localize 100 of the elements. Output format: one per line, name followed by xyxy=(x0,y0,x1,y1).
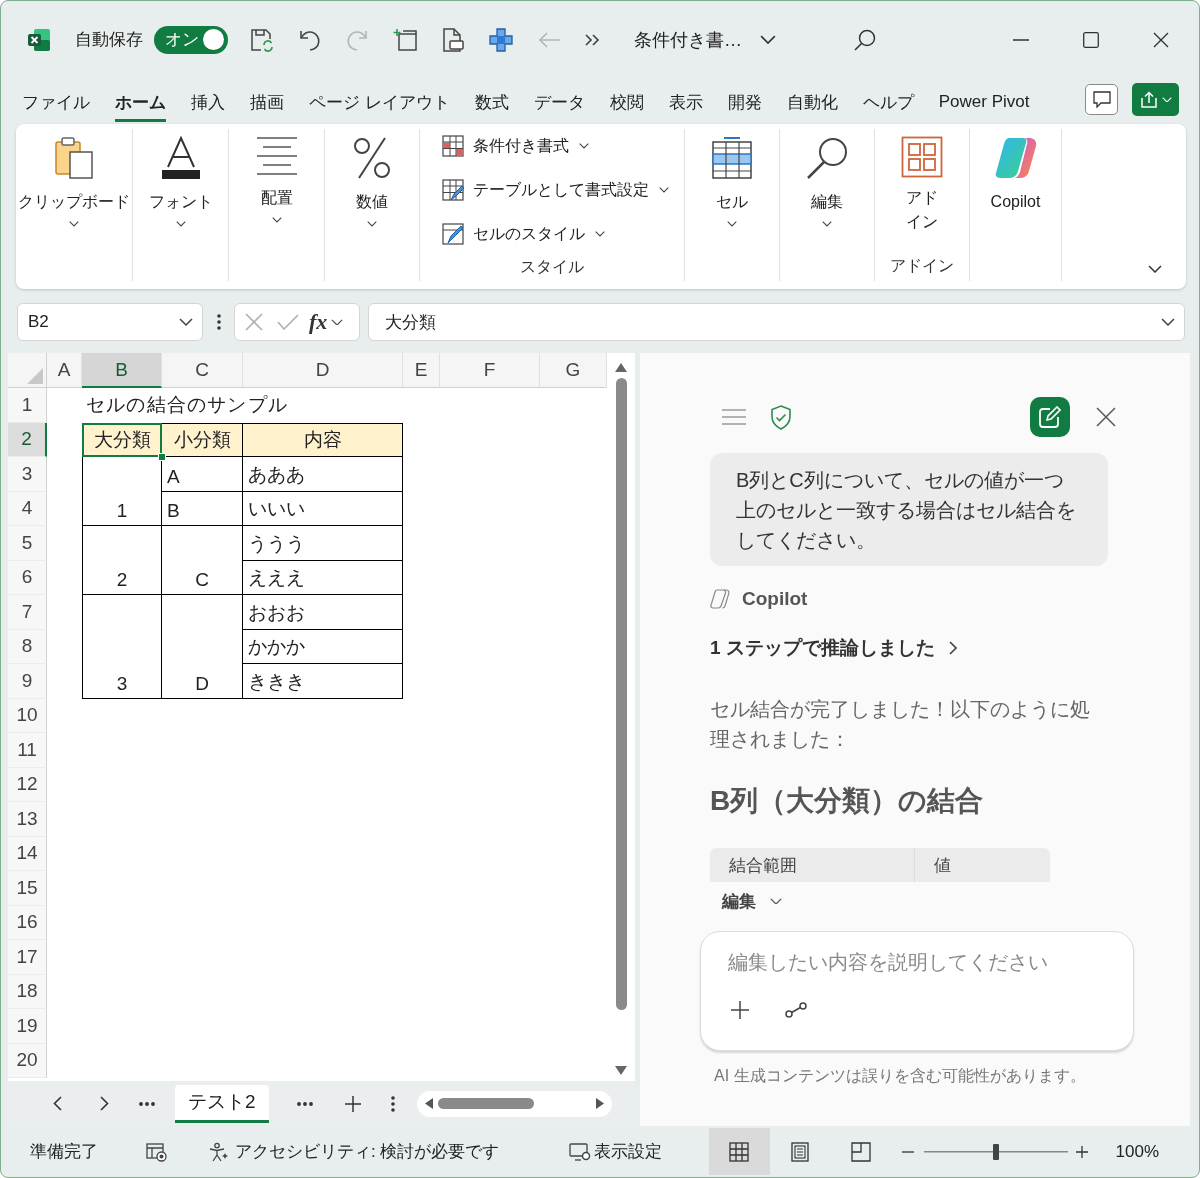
row-header[interactable]: 17 xyxy=(8,940,47,975)
row-header[interactable]: 2 xyxy=(8,422,47,457)
sheet-cell[interactable]: セルの結合のサンプル xyxy=(82,388,403,423)
menu-tab[interactable]: 自動化 xyxy=(786,81,838,122)
menu-tab[interactable]: 校閲 xyxy=(609,81,644,122)
more-vertical-icon[interactable] xyxy=(217,314,221,330)
horizontal-scrollbar[interactable] xyxy=(416,1090,612,1117)
sheet-cell[interactable]: D xyxy=(162,595,243,699)
minimize-icon[interactable] xyxy=(1013,38,1029,41)
maximize-icon[interactable] xyxy=(1083,31,1099,48)
font-button[interactable]: フォント xyxy=(148,136,213,227)
more-horizontal-icon[interactable] xyxy=(296,1101,313,1106)
header-cell[interactable]: 内容 xyxy=(243,422,403,457)
row-header[interactable]: 9 xyxy=(8,664,47,699)
menu-tab[interactable]: ホーム xyxy=(115,81,166,122)
column-header[interactable]: C xyxy=(162,353,243,388)
autosave-toggle[interactable]: オン xyxy=(154,25,228,54)
menu-tab[interactable]: 表示 xyxy=(668,81,703,122)
double-chevron-icon[interactable] xyxy=(585,33,600,46)
column-header[interactable]: A xyxy=(47,353,82,388)
more-vertical-icon[interactable] xyxy=(390,1095,395,1112)
reasoning-toggle[interactable]: 1 ステップで推論しました xyxy=(710,637,957,659)
close-icon[interactable] xyxy=(1153,31,1169,48)
sheet-cell[interactable]: 2 xyxy=(82,526,162,595)
row-header[interactable]: 12 xyxy=(8,767,47,802)
editing-button[interactable]: 編集 xyxy=(805,136,849,227)
save-icon[interactable] xyxy=(250,27,274,52)
row-header[interactable]: 16 xyxy=(8,905,47,940)
more-horizontal-icon[interactable] xyxy=(139,1101,155,1106)
connector-icon[interactable] xyxy=(785,1002,807,1018)
plus-icon[interactable] xyxy=(344,1095,361,1112)
chevron-down-icon[interactable] xyxy=(760,35,776,44)
menu-tab[interactable]: ファイル xyxy=(22,81,90,122)
header-cell[interactable]: 小分類 xyxy=(162,422,243,457)
scrollbar-thumb[interactable] xyxy=(437,1098,534,1109)
number-format-button[interactable]: 数値 xyxy=(352,136,392,227)
row-header[interactable]: 13 xyxy=(8,802,47,837)
sheet-cell[interactable]: おおお xyxy=(243,595,403,630)
clipboard-button[interactable]: クリップボード xyxy=(18,136,130,227)
menu-tab[interactable]: ページ レイアウト xyxy=(309,81,450,122)
column-header[interactable]: D xyxy=(243,353,403,388)
slider-thumb[interactable] xyxy=(992,1143,999,1160)
row-header[interactable]: 14 xyxy=(8,836,47,871)
share-button[interactable] xyxy=(1132,83,1179,116)
plus-icon[interactable] xyxy=(731,1001,749,1019)
row-header[interactable]: 15 xyxy=(8,871,47,906)
row-header[interactable]: 11 xyxy=(8,733,47,768)
sheet-cell[interactable]: えええ xyxy=(243,560,403,595)
row-header[interactable]: 4 xyxy=(8,491,47,526)
sheet-cell[interactable]: いいい xyxy=(243,491,403,526)
copilot-button[interactable]: Copilot xyxy=(990,136,1041,213)
close-icon[interactable] xyxy=(1096,407,1116,427)
header-cell[interactable]: 大分類 xyxy=(82,422,162,457)
plus-icon[interactable] xyxy=(1075,1145,1088,1158)
column-header[interactable]: B xyxy=(82,353,162,388)
row-header[interactable]: 6 xyxy=(8,560,47,595)
chevron-left-icon[interactable] xyxy=(53,1096,62,1111)
formula-input[interactable]: 大分類 xyxy=(368,303,1185,341)
row-header[interactable]: 18 xyxy=(8,974,47,1009)
scroll-up-icon[interactable] xyxy=(615,363,627,372)
addins-button[interactable]: アドイン xyxy=(901,136,943,234)
sheet-cell[interactable]: かかか xyxy=(243,629,403,664)
sheet-record-icon[interactable] xyxy=(146,1141,167,1162)
sheet-cell[interactable]: ききき xyxy=(243,664,403,699)
conditional-format-button[interactable]: 条件付き書式 xyxy=(442,124,589,168)
sheet-tab[interactable]: テスト2 xyxy=(175,1084,269,1123)
plus-tiles-icon[interactable] xyxy=(489,27,513,52)
row-header[interactable]: 20 xyxy=(8,1043,47,1078)
cell-style-button[interactable]: セルのスタイル xyxy=(442,212,605,256)
sheet-cell[interactable]: C xyxy=(162,526,243,595)
mode-dropdown[interactable]: 編集 xyxy=(722,889,782,913)
undo-icon[interactable] xyxy=(299,28,321,51)
frame-plus-icon[interactable] xyxy=(393,28,417,51)
name-box[interactable]: B2 xyxy=(17,303,203,341)
row-header[interactable]: 19 xyxy=(8,1009,47,1044)
column-header[interactable]: E xyxy=(403,353,440,388)
row-header[interactable]: 5 xyxy=(8,526,47,561)
table-format-button[interactable]: テーブルとして書式設定 xyxy=(442,168,669,212)
menu-tab[interactable]: Power Pivot xyxy=(938,83,1030,120)
accessibility-button[interactable]: アクセシビリティ: 検討が必要です xyxy=(209,1140,500,1163)
sheet-cell[interactable]: B xyxy=(162,491,243,526)
column-header[interactable]: G xyxy=(540,353,607,388)
scrollbar-thumb[interactable] xyxy=(615,378,627,1010)
row-header[interactable]: 8 xyxy=(8,629,47,664)
row-header[interactable]: 3 xyxy=(8,457,47,492)
spreadsheet-app-icon[interactable] xyxy=(27,27,51,52)
document-icon[interactable] xyxy=(442,27,464,52)
menu-tab[interactable]: 挿入 xyxy=(191,81,225,122)
chevron-down-icon[interactable] xyxy=(1148,265,1162,273)
display-settings-button[interactable]: 表示設定 xyxy=(569,1140,663,1163)
scroll-down-icon[interactable] xyxy=(615,1066,627,1075)
menu-tab[interactable]: 数式 xyxy=(474,81,509,122)
scroll-left-icon[interactable] xyxy=(424,1098,433,1109)
row-header[interactable]: 1 xyxy=(8,388,47,423)
comment-button[interactable] xyxy=(1085,84,1118,115)
sheet-cell[interactable]: あああ xyxy=(243,457,403,492)
menu-tab[interactable]: 描画 xyxy=(250,81,284,122)
column-header[interactable]: F xyxy=(440,353,540,388)
check-icon[interactable] xyxy=(277,314,299,330)
expand-icon[interactable] xyxy=(1161,318,1175,326)
